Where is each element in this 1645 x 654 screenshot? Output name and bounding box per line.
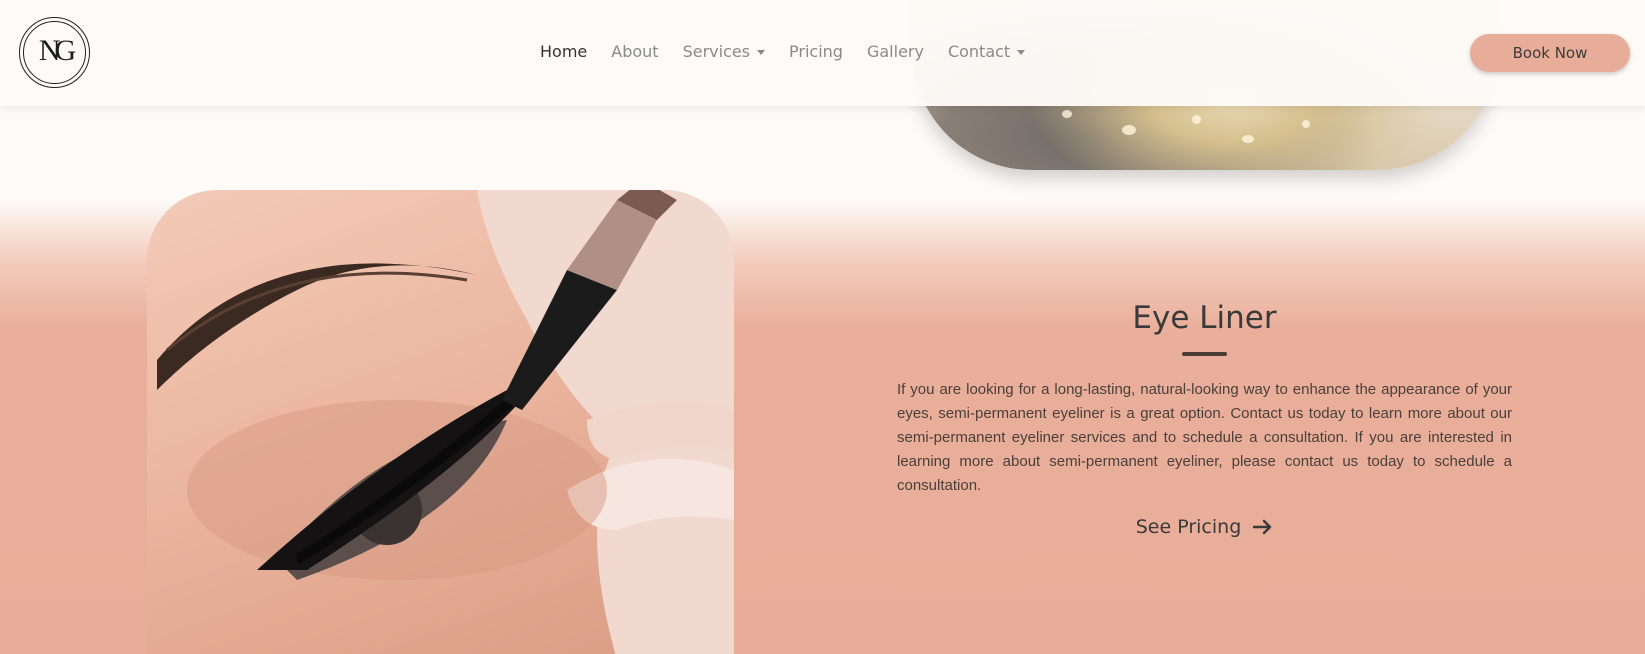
nav-services-label: Services — [682, 42, 751, 61]
logo[interactable]: NG — [19, 17, 90, 88]
main-nav: Home About Services Pricing Gallery Cont… — [540, 42, 1049, 61]
eyeliner-illustration — [157, 190, 734, 654]
nav-contact-label: Contact — [947, 42, 1011, 61]
nav-contact[interactable]: Contact — [947, 42, 1026, 61]
eyeliner-section: Eye Liner If you are looking for a long-… — [897, 300, 1512, 538]
nav-home[interactable]: Home — [540, 42, 587, 61]
caret-down-icon — [1017, 50, 1026, 55]
nav-gallery[interactable]: Gallery — [867, 42, 924, 61]
title-divider — [1182, 352, 1227, 356]
see-pricing-label: See Pricing — [1135, 516, 1242, 538]
book-now-button[interactable]: Book Now — [1470, 34, 1630, 72]
nav-gallery-label: Gallery — [866, 42, 924, 61]
section-title: Eye Liner — [1132, 300, 1277, 336]
section-body: If you are looking for a long-lasting, n… — [897, 381, 1512, 494]
site-header: NG Home About Services Pricing Gallery C… — [0, 0, 1645, 106]
logo-text: NG — [38, 34, 76, 67]
nav-pricing[interactable]: Pricing — [789, 42, 843, 61]
eyeliner-photo — [147, 190, 734, 654]
caret-down-icon — [757, 50, 766, 55]
nav-about-label: About — [611, 42, 659, 61]
arrow-right-icon — [1253, 519, 1272, 535]
nav-about[interactable]: About — [611, 42, 658, 61]
nav-pricing-label: Pricing — [789, 42, 843, 61]
nav-services[interactable]: Services — [682, 42, 766, 61]
nav-home-label: Home — [540, 42, 588, 61]
see-pricing-link[interactable]: See Pricing — [897, 516, 1512, 538]
